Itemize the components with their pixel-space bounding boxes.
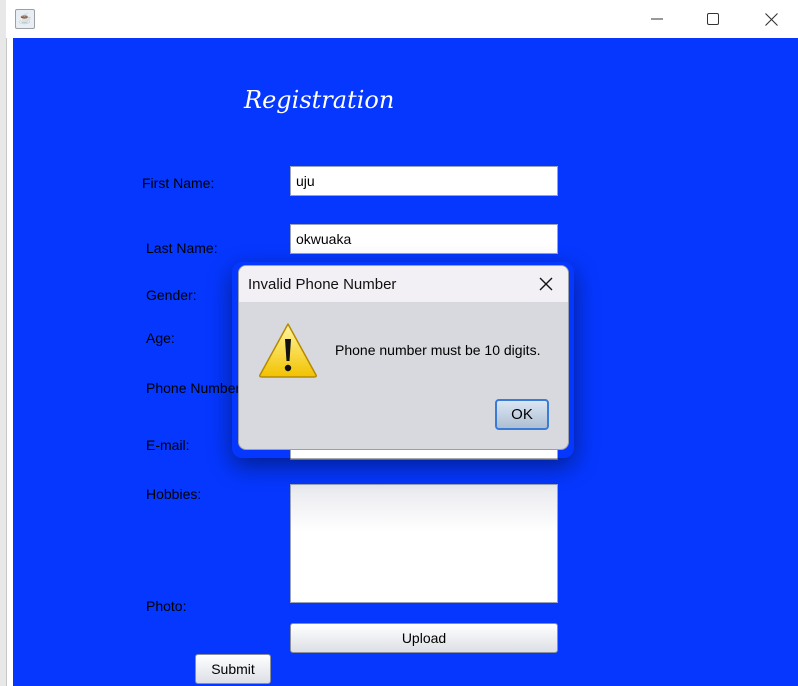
- submit-button[interactable]: Submit: [195, 654, 271, 684]
- title-bar[interactable]: ☕: [6, 0, 798, 38]
- photo-label: Photo:: [146, 598, 187, 614]
- close-icon: [764, 12, 778, 26]
- minimize-button[interactable]: [634, 0, 680, 38]
- maximize-icon: [707, 13, 719, 25]
- minimize-icon: [651, 18, 663, 20]
- upload-button[interactable]: Upload: [290, 623, 558, 653]
- last-name-label: Last Name:: [146, 240, 218, 256]
- close-icon: [539, 277, 553, 291]
- age-label: Age:: [146, 330, 175, 346]
- maximize-button[interactable]: [690, 0, 736, 38]
- gender-label: Gender:: [146, 287, 197, 303]
- hobbies-label: Hobbies:: [146, 486, 202, 502]
- background-window-edge: [0, 0, 7, 686]
- invalid-phone-dialog: Invalid Phone Number Phone number must b…: [238, 265, 569, 450]
- page-title: Registration: [244, 86, 395, 114]
- first-name-field[interactable]: uju: [290, 166, 558, 196]
- dialog-title: Invalid Phone Number: [248, 276, 397, 293]
- dialog-close-button[interactable]: [532, 270, 560, 298]
- close-button[interactable]: [748, 0, 794, 38]
- hobbies-textarea[interactable]: [290, 484, 558, 603]
- dialog-message: Phone number must be 10 digits.: [335, 342, 541, 358]
- ok-button[interactable]: OK: [495, 399, 549, 430]
- warning-icon: [259, 323, 317, 378]
- first-name-label: First Name:: [142, 175, 215, 191]
- dialog-title-bar[interactable]: Invalid Phone Number: [239, 266, 568, 302]
- last-name-field[interactable]: okwuaka: [290, 224, 558, 254]
- phone-number-label: Phone Number:: [146, 380, 245, 396]
- java-cup-icon: ☕: [15, 9, 35, 29]
- email-label: E-mail:: [146, 437, 190, 453]
